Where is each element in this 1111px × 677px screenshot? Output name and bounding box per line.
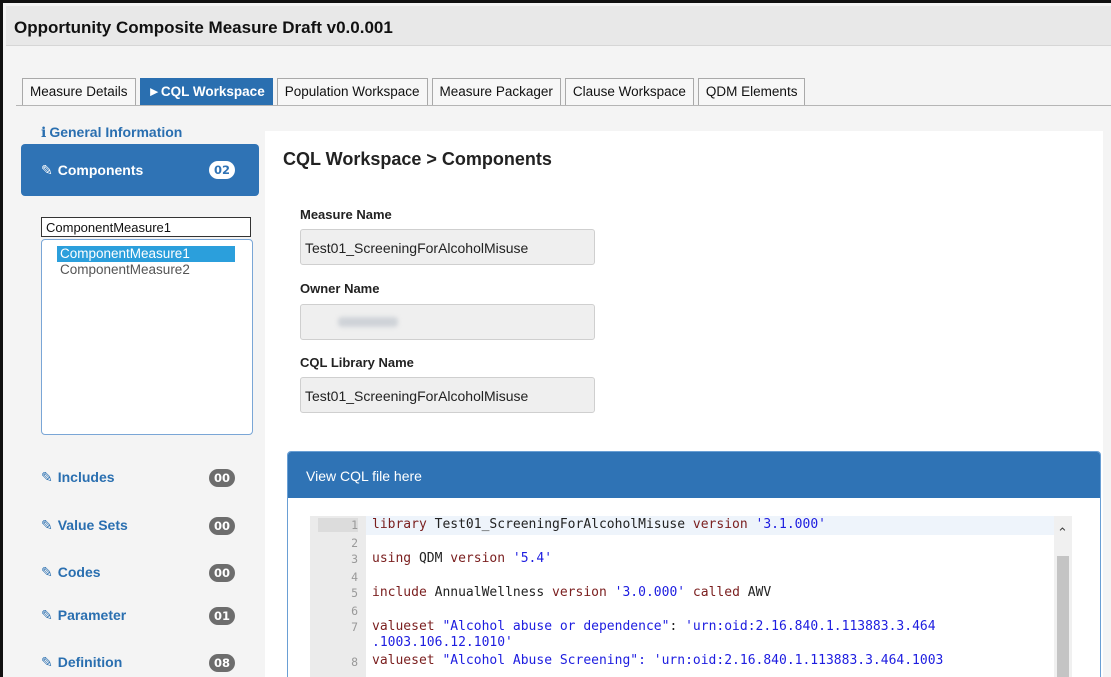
scrollbar-thumb[interactable] (1057, 556, 1069, 677)
editor-scrollbar[interactable]: ⌃ (1054, 516, 1072, 677)
title-bar: Opportunity Composite Measure Draft v0.0… (6, 6, 1111, 46)
redacted-owner-name (338, 317, 398, 327)
cql-library-name-field: Test01_ScreeningForAlcoholMisuse (300, 377, 595, 413)
main-content: CQL Workspace > Components Measure Name … (265, 131, 1103, 677)
sidebar: i General Information ✎ Components 02 Comp… (21, 113, 261, 677)
sidebar-item-definition[interactable]: ✎ Definition 08 (21, 648, 259, 677)
app-window: Opportunity Composite Measure Draft v0.0… (0, 0, 1111, 677)
sidebar-item-includes[interactable]: ✎ Includes 00 (21, 463, 259, 493)
cql-library-name-label: CQL Library Name (300, 355, 414, 370)
pencil-icon: ✎ (41, 608, 53, 624)
includes-label: Includes (57, 469, 115, 485)
cql-file-panel: View CQL file here 1 2 3 4 5 6 7 8 libra… (287, 451, 1101, 677)
sidebar-item-general-information[interactable]: i General Information (41, 124, 182, 141)
definition-label: Definition (57, 654, 123, 670)
pencil-icon: ✎ (41, 565, 53, 581)
info-icon: i (41, 125, 47, 141)
component-option-1[interactable]: ComponentMeasure1 (57, 246, 235, 262)
measure-name-label: Measure Name (300, 207, 392, 222)
line-number: 2 (351, 536, 358, 550)
codes-label: Codes (57, 564, 101, 580)
includes-count-badge: 00 (209, 469, 235, 487)
components-count-badge: 02 (209, 161, 235, 179)
component-listbox[interactable]: ComponentMeasure1 ComponentMeasure2 (41, 239, 253, 435)
definition-count-badge: 08 (209, 654, 235, 672)
tab-strip: Measure Details ►CQL Workspace Populatio… (22, 78, 806, 105)
page-title: CQL Workspace > Components (283, 149, 552, 169)
general-information-label: General Information (49, 124, 183, 140)
sidebar-item-value-sets[interactable]: ✎ Value Sets 00 (21, 511, 259, 541)
measure-title: Opportunity Composite Measure Draft v0.0… (14, 18, 393, 37)
chevron-up-icon[interactable]: ⌃ (1057, 526, 1068, 541)
tab-qdm-elements[interactable]: QDM Elements (697, 78, 806, 105)
components-label: Components (57, 162, 144, 178)
pencil-icon: ✎ (41, 470, 53, 486)
line-number: 3 (351, 552, 358, 566)
code-line-1: library Test01_ScreeningForAlcoholMisuse… (372, 517, 826, 532)
owner-name-label: Owner Name (300, 281, 380, 296)
tab-cql-workspace[interactable]: ►CQL Workspace (139, 78, 273, 105)
tab-population-workspace[interactable]: Population Workspace (276, 78, 428, 105)
codes-count-badge: 00 (209, 564, 235, 582)
code-line-8: valueset "Alcohol Abuse Screening": 'urn… (372, 653, 944, 668)
pencil-icon: ✎ (41, 655, 53, 671)
parameter-label: Parameter (57, 607, 127, 623)
tab-measure-details[interactable]: Measure Details (22, 78, 136, 105)
pencil-icon: ✎ (41, 163, 53, 179)
sidebar-item-components[interactable]: ✎ Components 02 (21, 144, 259, 196)
cql-code-editor[interactable]: 1 2 3 4 5 6 7 8 library Test01_Screening… (310, 516, 1072, 677)
component-search-input[interactable] (41, 217, 251, 237)
line-number: 7 (351, 620, 358, 634)
line-number: 6 (351, 604, 358, 618)
line-number-gutter: 1 2 3 4 5 6 7 8 (310, 516, 366, 677)
line-number: 5 (351, 586, 358, 600)
value-sets-label: Value Sets (57, 517, 128, 533)
owner-name-field (300, 304, 595, 340)
tab-measure-packager[interactable]: Measure Packager (431, 78, 561, 105)
tab-clause-workspace[interactable]: Clause Workspace (564, 78, 694, 105)
line-number: 4 (351, 570, 358, 584)
tabs-area: Measure Details ►CQL Workspace Populatio… (6, 46, 1111, 106)
measure-name-field: Test01_ScreeningForAlcoholMisuse (300, 229, 595, 265)
value-sets-count-badge: 00 (209, 517, 235, 535)
line-number: 1 (318, 518, 358, 532)
parameter-count-badge: 01 (209, 607, 235, 625)
component-option-2[interactable]: ComponentMeasure2 (57, 262, 193, 278)
code-line-7: valueset "Alcohol abuse or dependence": … (372, 619, 936, 634)
sidebar-item-parameter[interactable]: ✎ Parameter 01 (21, 601, 259, 631)
cql-panel-header: View CQL file here (288, 452, 1100, 498)
sidebar-item-codes[interactable]: ✎ Codes 00 (21, 558, 259, 588)
line-number: 8 (351, 655, 358, 669)
code-line-7-wrap: .1003.106.12.1010' (372, 635, 513, 650)
tab-divider (16, 105, 1111, 106)
code-line-5: include AnnualWellness version '3.0.000'… (372, 585, 772, 600)
code-line-3: using QDM version '5.4' (372, 551, 553, 566)
pencil-icon: ✎ (41, 518, 53, 534)
